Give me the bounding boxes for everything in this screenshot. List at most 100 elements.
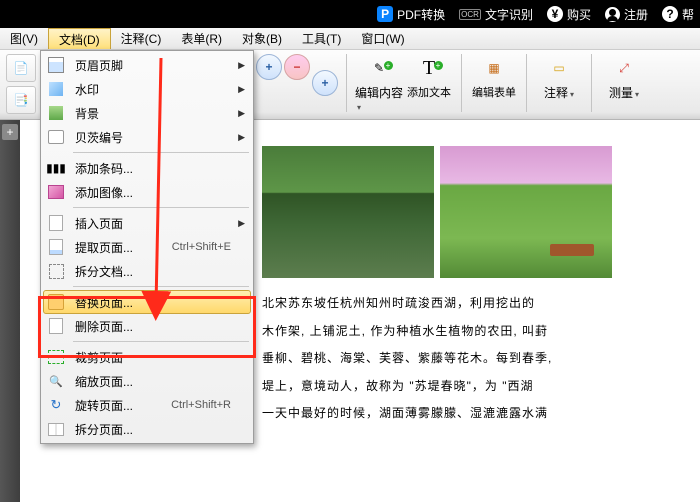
menu-item-9[interactable]: 替换页面... [43, 290, 251, 314]
menu-item-label: 拆分文档... [75, 263, 245, 280]
rp-icon [45, 292, 67, 312]
buy-button[interactable]: ¥购买 [547, 6, 591, 23]
rt-icon [45, 395, 67, 415]
menu-item-7[interactable]: 提取页面...Ctrl+Shift+E [43, 235, 251, 259]
user-icon [605, 7, 620, 22]
s2-icon [45, 419, 67, 439]
menu-window[interactable]: 窗口(W) [351, 28, 414, 49]
measure-icon: ⤢ [610, 54, 638, 82]
edit-content-button[interactable]: ✎+编辑内容▾ [355, 52, 403, 113]
zoom-in-button[interactable]: + [256, 54, 282, 80]
register-button[interactable]: 注册 [605, 6, 648, 23]
annotate-button[interactable]: ▭注释▾ [535, 52, 583, 101]
menu-item-3[interactable]: 贝茨编号▶ [43, 125, 251, 149]
submenu-arrow-icon: ▶ [238, 218, 245, 229]
menu-item-12[interactable]: 缩放页面... [43, 369, 251, 393]
bc-icon: ▮▮▮ [45, 158, 67, 178]
menu-bar: 图(V) 文档(D) 注释(C) 表单(R) 对象(B) 工具(T) 窗口(W) [0, 28, 700, 50]
menu-item-label: 添加图像... [75, 184, 245, 201]
menu-separator [73, 152, 249, 153]
menu-item-4[interactable]: ▮▮▮ 添加条码... [43, 156, 251, 180]
menu-item-2[interactable]: 背景▶ [43, 101, 251, 125]
submenu-arrow-icon: ▶ [238, 60, 245, 71]
menu-item-1[interactable]: 水印▶ [43, 77, 251, 101]
submenu-arrow-icon: ▶ [238, 84, 245, 95]
menu-item-13[interactable]: 旋转页面...Ctrl+Shift+R [43, 393, 251, 417]
menu-item-14[interactable]: 拆分页面... [43, 417, 251, 441]
menu-separator [73, 207, 249, 208]
text-line: 北宋苏东坡任杭州知州时疏浚西湖，利用挖出的 [262, 290, 682, 318]
annotate-icon: ▭ [545, 54, 573, 82]
im-icon [45, 182, 67, 202]
text-line: 木作架, 上铺泥土, 作为种植水生植物的农田, 叫葑 [262, 318, 682, 346]
menu-item-label: 添加条码... [75, 160, 245, 177]
sidebar-add-button[interactable]: + [2, 124, 18, 140]
dp-icon [45, 316, 67, 336]
menu-item-10[interactable]: 删除页面... [43, 314, 251, 338]
menu-item-shortcut: Ctrl+Shift+E [172, 241, 231, 253]
wm-icon [45, 79, 67, 99]
menu-tools[interactable]: 工具(T) [292, 28, 351, 49]
add-text-icon: T+ [415, 54, 443, 82]
tool-small-2[interactable]: 📑 [6, 86, 36, 114]
menu-item-label: 水印 [75, 81, 245, 98]
document-image-1 [262, 146, 434, 278]
text-line: 堤上，意境动人，故称为 "苏堤春晓"，为 "西湖 [262, 373, 682, 401]
text-line: 一天中最好的时候，湖面薄雾朦朦、湿漉漉露水满 [262, 400, 682, 428]
zoom-in-button-2[interactable]: + [312, 70, 338, 96]
document-text: 北宋苏东坡任杭州知州时疏浚西湖，利用挖出的 木作架, 上铺泥土, 作为种植水生植… [262, 290, 682, 428]
menu-item-label: 提取页面... [75, 239, 172, 256]
menu-item-label: 页眉页脚 [75, 57, 245, 74]
left-sidebar: + [0, 120, 20, 502]
ocr-icon: OCR [459, 9, 481, 20]
pg-icon [45, 213, 67, 233]
document-images [262, 146, 612, 278]
ocr-button[interactable]: OCR文字识别 [459, 6, 533, 23]
menu-object[interactable]: 对象(B) [232, 28, 292, 49]
menu-item-label: 旋转页面... [75, 397, 171, 414]
menu-comment[interactable]: 注释(C) [111, 28, 172, 49]
bt-icon [45, 127, 67, 147]
title-bar: PPDF转换 OCR文字识别 ¥购买 注册 ?帮 [0, 0, 700, 28]
menu-item-5[interactable]: 添加图像... [43, 180, 251, 204]
menu-item-8[interactable]: 拆分文档... [43, 259, 251, 283]
zoom-out-button[interactable]: − [284, 54, 310, 80]
menu-item-6[interactable]: 插入页面▶ [43, 211, 251, 235]
bg-icon [45, 103, 67, 123]
sp-icon [45, 261, 67, 281]
menu-separator [73, 286, 249, 287]
eq-icon [45, 237, 67, 257]
yen-icon: ¥ [547, 6, 563, 22]
measure-button[interactable]: ⤢测量▾ [600, 52, 648, 101]
cp-icon [45, 347, 67, 367]
menu-view[interactable]: 图(V) [0, 28, 48, 49]
menu-item-label: 插入页面 [75, 215, 245, 232]
document-menu-dropdown: 页眉页脚▶水印▶背景▶贝茨编号▶▮▮▮添加条码...添加图像...插入页面▶提取… [40, 50, 254, 444]
edit-form-button[interactable]: ▦编辑表单 [470, 52, 518, 100]
tool-small-1[interactable]: 📄 [6, 54, 36, 82]
text-line: 垂柳、碧桃、海棠、芙蓉、紫藤等花木。每到春季, [262, 345, 682, 373]
submenu-arrow-icon: ▶ [238, 108, 245, 119]
menu-item-label: 替换页面... [75, 294, 245, 311]
menu-item-0[interactable]: 页眉页脚▶ [43, 53, 251, 77]
pdf-convert-button[interactable]: PPDF转换 [377, 6, 445, 23]
menu-item-label: 缩放页面... [75, 373, 245, 390]
zp-icon [45, 371, 67, 391]
menu-item-11[interactable]: 裁剪页面 [43, 345, 251, 369]
menu-item-label: 裁剪页面 [75, 349, 245, 366]
add-text-button[interactable]: T+添加文本 [405, 52, 453, 100]
menu-item-label: 背景 [75, 105, 245, 122]
pdf-icon: P [377, 6, 393, 22]
help-button[interactable]: ?帮 [662, 6, 694, 23]
document-image-2 [440, 146, 612, 278]
menu-item-label: 拆分页面... [75, 421, 245, 438]
menu-form[interactable]: 表单(R) [171, 28, 232, 49]
menu-item-shortcut: Ctrl+Shift+R [171, 399, 231, 411]
menu-item-label: 贝茨编号 [75, 129, 245, 146]
edit-content-icon: ✎+ [365, 54, 393, 82]
menu-item-label: 删除页面... [75, 318, 245, 335]
edit-form-icon: ▦ [480, 54, 508, 82]
hf-icon [45, 55, 67, 75]
menu-document[interactable]: 文档(D) [48, 28, 111, 49]
submenu-arrow-icon: ▶ [238, 132, 245, 143]
